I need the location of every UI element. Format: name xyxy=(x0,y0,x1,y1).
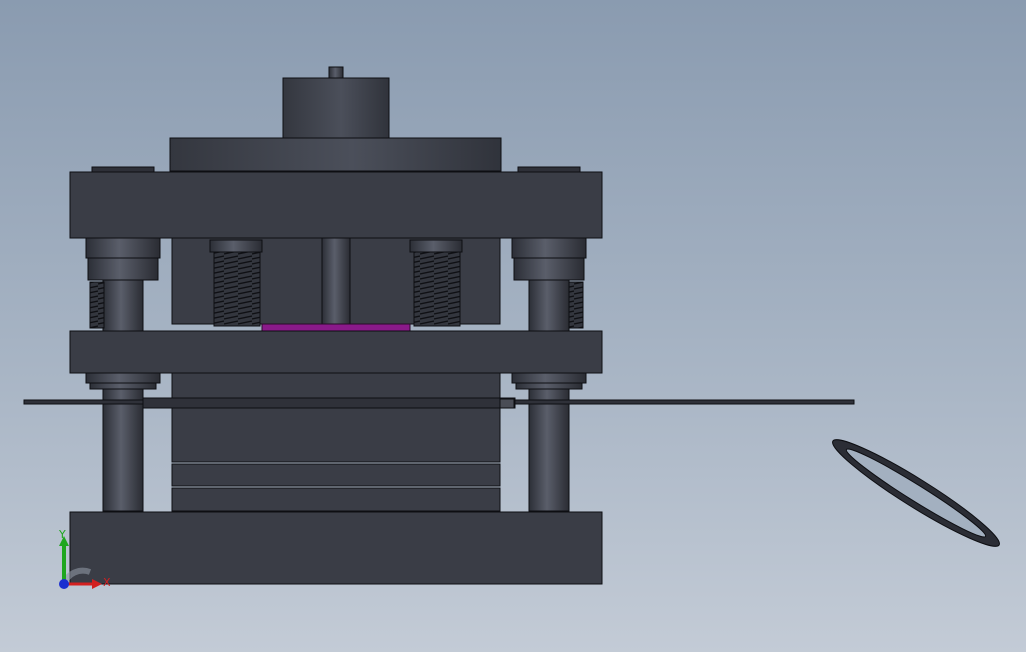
guide-pillar-left[interactable] xyxy=(85,237,161,333)
guide-pillar-right[interactable] xyxy=(511,237,587,333)
y-axis-label: Y xyxy=(58,528,66,541)
die-assembly-model[interactable] xyxy=(0,0,1026,652)
punch-holder-hub[interactable] xyxy=(169,66,502,172)
upper-die-plate[interactable] xyxy=(69,171,603,239)
graphics-viewport[interactable]: Y X xyxy=(0,0,1026,652)
strip-material[interactable] xyxy=(23,397,855,409)
z-axis-dot xyxy=(59,579,69,589)
coordinate-triad: Y X xyxy=(58,528,111,589)
ejector-plate[interactable] xyxy=(261,323,411,332)
lower-die-plate[interactable] xyxy=(69,511,603,585)
x-axis-label: X xyxy=(103,576,111,589)
x-axis-arrowhead xyxy=(92,579,102,589)
stripper-plate[interactable] xyxy=(69,330,603,374)
center-punch[interactable] xyxy=(321,237,351,331)
blanked-ring-part[interactable] xyxy=(825,429,1006,557)
die-block[interactable] xyxy=(171,372,501,512)
